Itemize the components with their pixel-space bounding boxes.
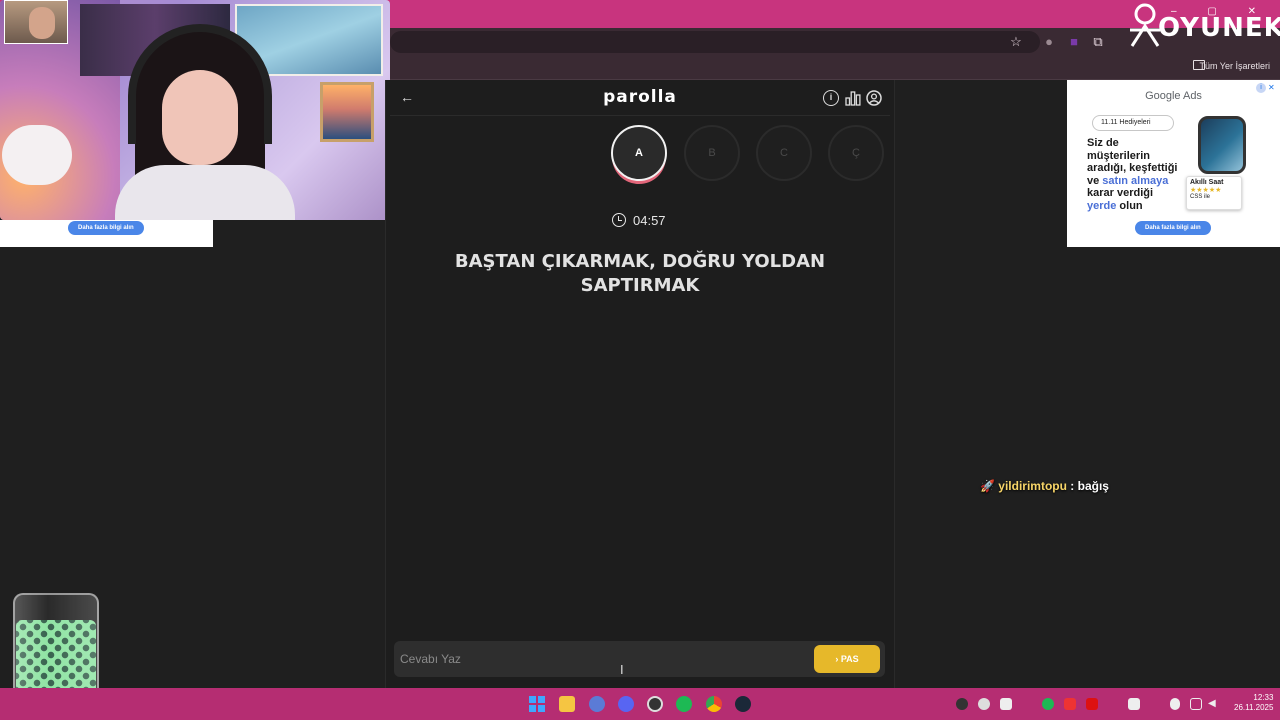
chrome-icon[interactable] <box>706 696 722 712</box>
file-explorer-icon[interactable] <box>559 696 575 712</box>
rating-stars-icon: ★★★★★ <box>1190 187 1222 194</box>
info-icon[interactable]: i <box>823 90 839 106</box>
tray-app-icon[interactable] <box>978 698 990 710</box>
webcam-overlay <box>0 0 390 220</box>
discord-icon[interactable] <box>618 696 634 712</box>
profile-icon[interactable] <box>866 90 882 106</box>
right-ad-cta-button[interactable]: Daha fazla bilgi alın <box>1135 221 1211 235</box>
tray-discord-icon[interactable] <box>1000 698 1012 710</box>
left-ad-cta-button[interactable]: Daha fazla bilgi alın <box>68 221 144 235</box>
donation-alert: 🚀 yildirimtopu : bağış <box>980 479 1109 493</box>
clock-date: 26.11.2025 <box>1234 703 1274 712</box>
ad-headline-line: yerde olun <box>1087 199 1143 212</box>
clock-time: 12:33 <box>1253 693 1274 702</box>
google-ads-logo: Google Ads <box>1145 90 1202 102</box>
answer-input[interactable] <box>400 646 800 672</box>
tray-obs-icon[interactable] <box>956 698 968 710</box>
rocket-icon: 🚀 <box>980 479 995 493</box>
tray-app2-icon[interactable] <box>1086 698 1098 710</box>
mascot-icon <box>1130 3 1160 47</box>
game-logo: parolla <box>603 87 677 107</box>
spotify-icon[interactable] <box>676 696 692 712</box>
extension-2-icon[interactable]: ■ <box>1065 33 1083 51</box>
timer: 04:57 <box>633 213 666 228</box>
ad-headline-line: karar verdiği <box>1087 187 1154 199</box>
secondary-webcam <box>4 0 68 44</box>
clue-text: BAŞTAN ÇIKARMAK, DOĞRU YOLDAN SAPTIRMAK <box>454 251 826 296</box>
address-bar[interactable] <box>390 31 1040 53</box>
tray-spotify-icon[interactable] <box>1042 698 1054 710</box>
chevron-right-icon: › <box>835 654 839 664</box>
all-bookmarks-link[interactable]: Tüm Yer İşaretleri <box>1199 61 1270 71</box>
ad-headline: Siz de müşterilerin aradığı, keşfettiği … <box>1087 137 1199 212</box>
plush-toy <box>2 125 72 185</box>
streamer-body <box>115 165 295 220</box>
app-icon[interactable] <box>589 696 605 712</box>
product-card-sub: CSS ile <box>1190 194 1211 200</box>
windows-start-icon[interactable] <box>529 696 545 712</box>
text-cursor-icon: I <box>620 662 624 677</box>
tray-record-icon[interactable] <box>1064 698 1076 710</box>
bookmark-star-icon[interactable]: ☆ <box>1007 33 1025 51</box>
volume-icon[interactable]: ◀ <box>1208 698 1220 710</box>
stats-icon[interactable] <box>845 90 861 106</box>
system-clock[interactable]: 12:33 26.11.2025 <box>1234 693 1273 713</box>
ad-headline-line: müşterilerin <box>1087 149 1150 162</box>
letter-circle-c: C <box>756 125 812 181</box>
product-card: Akıllı Saat ★★★★★ CSS ile <box>1186 176 1242 210</box>
ad-headline-line: aradığı, keşfettiği <box>1087 162 1178 174</box>
pass-button[interactable]: › PAS <box>814 645 880 673</box>
puzzle-icon[interactable]: ⧉ <box>1089 33 1107 51</box>
letter-circle-c-cedilla: Ç <box>828 125 884 181</box>
steam-icon[interactable] <box>735 696 751 712</box>
ad-headline-line: ve satın almaya <box>1087 174 1169 187</box>
smartwatch-image <box>1198 116 1246 174</box>
ad-search-box: 11.11 Hediyeleri <box>1092 115 1174 131</box>
extension-icon[interactable]: ● <box>1040 33 1058 51</box>
donor-name: yildirimtopu <box>998 479 1067 493</box>
letter-circle-b: B <box>684 125 740 181</box>
brand-logo: OYUNEKS <box>1158 13 1280 43</box>
clock-hand <box>618 216 622 221</box>
secondary-face <box>29 7 55 39</box>
donation-text: : bağış <box>1066 479 1109 493</box>
network-icon[interactable] <box>1190 698 1202 710</box>
framed-picture <box>320 82 374 142</box>
obs-icon[interactable] <box>647 696 663 712</box>
tray-app3-icon[interactable] <box>1128 698 1140 710</box>
product-card-title: Akıllı Saat <box>1190 179 1224 186</box>
back-arrow-icon[interactable]: ← <box>398 88 416 106</box>
pass-button-label: PAS <box>840 654 859 664</box>
letter-circle-a: A <box>611 125 667 181</box>
ad-headline-line: Siz de <box>1087 137 1119 149</box>
microphone-icon[interactable] <box>1170 698 1180 710</box>
